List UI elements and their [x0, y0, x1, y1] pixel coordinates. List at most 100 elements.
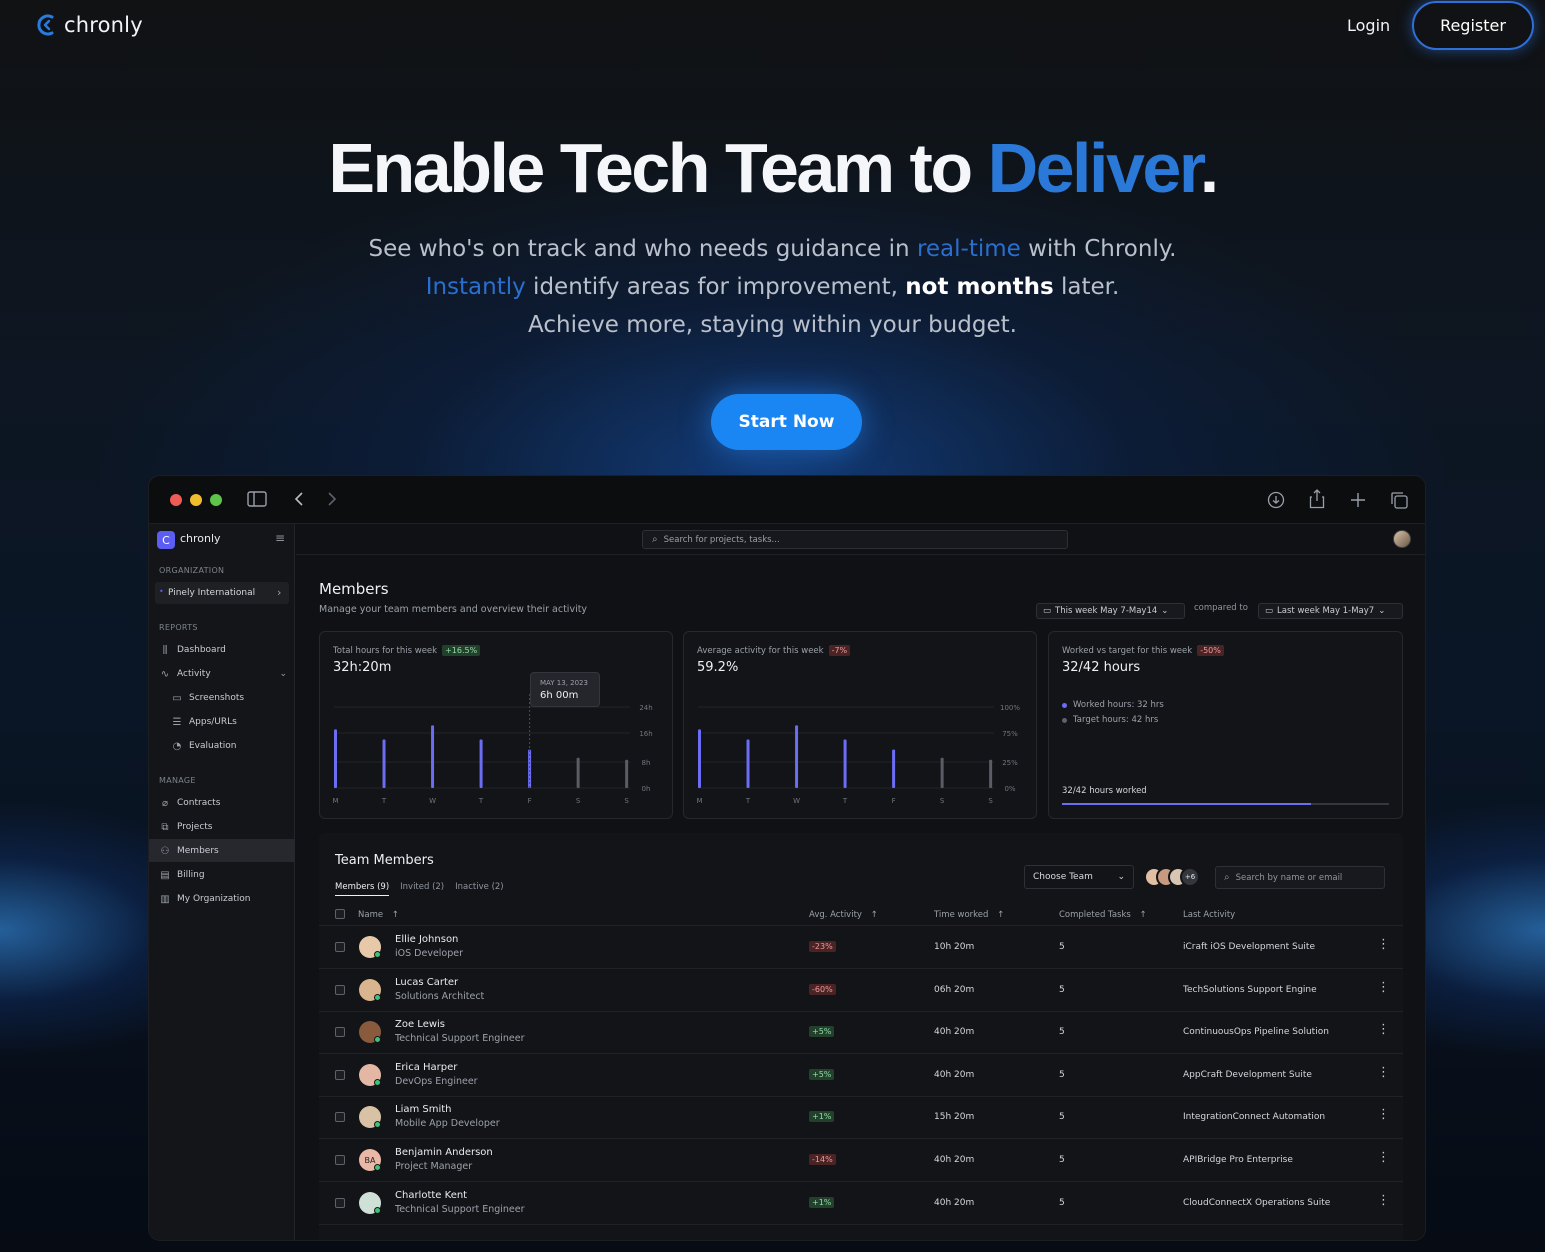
sidebar-toggle-icon[interactable] — [247, 491, 267, 507]
column-header-label: Name — [358, 910, 384, 920]
back-icon[interactable] — [294, 492, 304, 506]
x-tick-label: S — [988, 797, 993, 805]
online-status-icon — [374, 993, 381, 1001]
member-role: Solutions Architect — [395, 990, 485, 1002]
y-tick-label: 8h — [642, 759, 651, 767]
sidebar-item-label: Activity — [177, 669, 211, 679]
row-checkbox[interactable] — [335, 1112, 345, 1123]
column-header-last-activity[interactable]: Last Activity — [1183, 910, 1235, 920]
last-activity: APIBridge Pro Enterprise — [1183, 1155, 1293, 1165]
card-label-text: Worked vs target for this week — [1062, 645, 1193, 656]
search-icon: ⌕ — [652, 534, 658, 545]
row-menu-icon[interactable]: ⋮ — [1377, 980, 1390, 995]
download-icon[interactable] — [1267, 491, 1285, 509]
hero-text: See who's on track and who needs guidanc… — [368, 236, 917, 262]
table-row[interactable]: Lucas Carter Solutions Architect -60% 06… — [319, 969, 1403, 1012]
sidebar-item-contracts[interactable]: ⌀ Contracts — [159, 795, 220, 811]
row-checkbox[interactable] — [335, 1069, 345, 1080]
table-row[interactable]: Liam Smith Mobile App Developer +1% 15h … — [319, 1096, 1403, 1140]
close-dot-icon[interactable] — [170, 494, 182, 506]
global-search-input[interactable]: ⌕ Search for projects, tasks... — [642, 530, 1068, 549]
select-all-checkbox[interactable] — [335, 909, 345, 919]
minimize-dot-icon[interactable] — [190, 494, 202, 506]
column-header-tasks[interactable]: Completed Tasks ↑ — [1059, 910, 1147, 920]
sort-arrow-icon: ↑ — [870, 910, 878, 920]
register-button[interactable]: Register — [1412, 1, 1534, 50]
tab-invited[interactable]: Invited (2) — [400, 882, 444, 896]
page-title: Members — [319, 580, 389, 598]
row-checkbox[interactable] — [335, 1027, 345, 1038]
start-now-button[interactable]: Start Now — [711, 394, 862, 450]
tab-inactive[interactable]: Inactive (2) — [455, 882, 503, 896]
chart-bar — [431, 725, 435, 788]
member-search-placeholder: Search by name or email — [1235, 872, 1343, 883]
y-tick-label: 25% — [1002, 759, 1018, 767]
row-checkbox[interactable] — [335, 1197, 345, 1208]
card-label: Worked vs target for this week -50% — [1062, 645, 1224, 656]
comparison-period-selector[interactable]: ▭ Last week May 1-May7 ⌄ — [1258, 603, 1403, 619]
chart-bar — [843, 739, 847, 788]
row-menu-icon[interactable]: ⋮ — [1377, 1022, 1390, 1037]
sort-arrow-icon: ↑ — [391, 910, 399, 920]
list-icon: ☰ — [172, 716, 182, 728]
maximize-dot-icon[interactable] — [210, 494, 222, 506]
sidebar-item-label: Dashboard — [177, 645, 226, 655]
sidebar-item-members[interactable]: ⚇ Members — [159, 843, 219, 859]
share-icon[interactable] — [1309, 489, 1325, 509]
tabs-overview-icon[interactable] — [1390, 491, 1408, 509]
row-menu-icon[interactable]: ⋮ — [1377, 1107, 1390, 1122]
org-name: Pinely International — [168, 588, 256, 598]
more-members-badge[interactable]: +6 — [1180, 867, 1200, 887]
y-tick-label: 0% — [1004, 785, 1015, 793]
row-checkbox[interactable] — [335, 1155, 345, 1165]
row-menu-icon[interactable]: ⋮ — [1377, 1065, 1390, 1080]
sidebar-item-apps-urls[interactable]: ☰ Apps/URLs — [171, 714, 237, 730]
table-row[interactable]: Zoe Lewis Technical Support Engineer +5%… — [319, 1011, 1403, 1055]
row-menu-icon[interactable]: ⋮ — [1377, 1150, 1390, 1165]
sidebar-item-screenshots[interactable]: ▭ Screenshots — [171, 690, 244, 706]
column-header-name[interactable]: Name ↑ — [358, 910, 399, 920]
forward-icon[interactable] — [327, 492, 337, 506]
member-role: Project Manager — [395, 1161, 473, 1172]
row-menu-icon[interactable]: ⋮ — [1377, 1193, 1390, 1208]
row-checkbox[interactable] — [335, 984, 345, 995]
member-search-input[interactable]: ⌕ Search by name or email — [1215, 866, 1385, 889]
manage-section-label: MANAGE — [159, 776, 196, 785]
user-avatar[interactable] — [1393, 530, 1411, 548]
app-sidebar: C chronly ≡ ORGANIZATION • Pinely Intern… — [149, 524, 295, 1240]
chart-bar — [479, 739, 483, 788]
sidebar-item-projects[interactable]: ⧉ Projects — [159, 819, 212, 835]
column-header-time[interactable]: Time worked ↑ — [934, 910, 1004, 920]
member-role: Mobile App Developer — [395, 1118, 500, 1130]
chart-bar — [940, 757, 944, 788]
new-tab-icon[interactable] — [1350, 492, 1366, 508]
online-status-icon — [374, 1036, 381, 1044]
y-tick-label: 24h — [639, 704, 652, 712]
table-row[interactable]: Erica Harper DevOps Engineer +5% 40h 20m… — [319, 1054, 1403, 1097]
brand-logo[interactable]: chronly — [36, 13, 143, 37]
chart-bar — [892, 749, 896, 788]
screenshot-icon: ▭ — [172, 692, 182, 704]
table-row[interactable]: Ellie Johnson iOS Developer -23% 10h 20m… — [319, 926, 1403, 969]
sidebar-item-activity[interactable]: ∿ Activity ⌄ — [159, 666, 287, 682]
compared-to-label: compared to — [1194, 603, 1248, 613]
row-checkbox[interactable] — [335, 942, 345, 952]
hero-title: Enable Tech Team to Deliver. — [0, 128, 1545, 208]
x-tick-label: T — [478, 797, 484, 805]
table-row[interactable]: Charlotte Kent Technical Support Enginee… — [319, 1182, 1403, 1225]
table-row[interactable]: BA Benjamin Anderson Project Manager -14… — [319, 1139, 1403, 1182]
tab-members[interactable]: Members (9) — [335, 882, 390, 896]
column-header-activity[interactable]: Avg. Activity ↑ — [809, 910, 878, 920]
hamburger-menu-icon[interactable]: ≡ — [275, 531, 285, 545]
choose-team-select[interactable]: Choose Team ⌄ — [1024, 865, 1134, 889]
sidebar-item-my-organization[interactable]: ▥ My Organization — [159, 891, 250, 907]
row-menu-icon[interactable]: ⋮ — [1377, 937, 1390, 952]
sidebar-item-dashboard[interactable]: ⫼ Dashboard — [159, 642, 226, 658]
sidebar-item-billing[interactable]: ▤ Billing — [159, 867, 204, 883]
login-link[interactable]: Login — [1347, 16, 1390, 35]
online-status-icon — [374, 951, 381, 958]
sidebar-item-evaluation[interactable]: ◔ Evaluation — [171, 738, 237, 754]
activity-badge: -60% — [809, 983, 836, 995]
period-selector[interactable]: ▭ This week May 7-May14 ⌄ — [1036, 603, 1185, 619]
organization-selector[interactable]: • Pinely International › — [155, 582, 289, 604]
